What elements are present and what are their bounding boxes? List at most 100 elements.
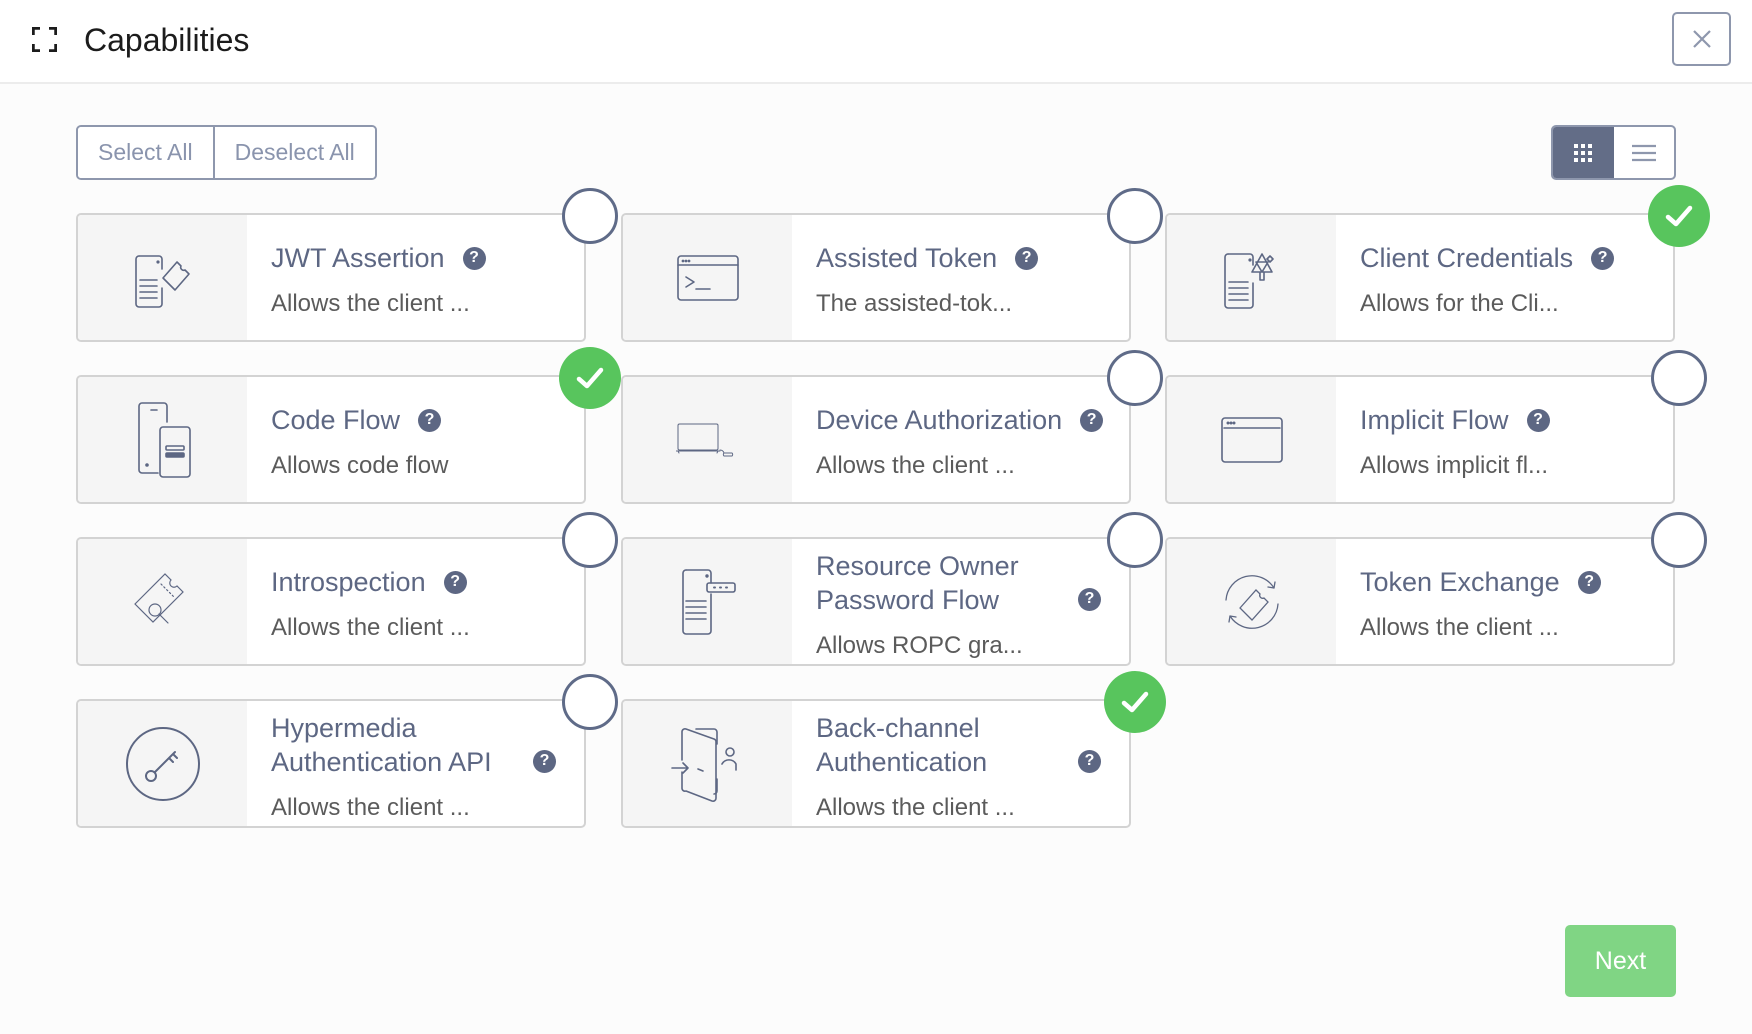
help-icon[interactable]: ? (533, 749, 556, 773)
capability-description: Allows code flow (271, 452, 449, 479)
capability-description: Allows implicit fl... (1360, 452, 1549, 479)
capability-icon-panel (1167, 377, 1336, 502)
capability-description: Allows the client ... (816, 452, 1015, 479)
next-button[interactable]: Next (1565, 925, 1676, 997)
capability-icon-panel (78, 215, 247, 340)
selection-button-group: Select All Deselect All (76, 125, 377, 180)
grid-view-button[interactable] (1553, 127, 1614, 178)
document-password-icon (676, 565, 740, 639)
unselected-checkbox[interactable] (562, 512, 618, 568)
capability-description: Allows the client ... (1360, 614, 1559, 641)
capability-title: Introspection (271, 567, 426, 597)
capability-title-row: Resource Owner Password Flow ? (816, 549, 1109, 617)
capability-body: Back-channel Authentication ? Allows the… (816, 701, 1109, 826)
capability-title: JWT Assertion (271, 243, 445, 273)
capability-card[interactable]: Resource Owner Password Flow ? Allows RO… (621, 512, 1163, 666)
unselected-checkbox[interactable] (1107, 350, 1163, 406)
capability-title-row: Client Credentials ? (1360, 241, 1653, 275)
unselected-checkbox[interactable] (562, 188, 618, 244)
capability-icon-panel (623, 377, 792, 502)
capability-title: Hypermedia Authentication API (271, 713, 492, 777)
capability-description: The assisted-tok... (816, 290, 1013, 317)
help-icon[interactable]: ? (1591, 246, 1615, 270)
unselected-checkbox[interactable] (1651, 350, 1707, 406)
door-user-icon (670, 724, 746, 804)
capability-title-row: JWT Assertion ? (271, 241, 564, 275)
capability-icon-panel (623, 215, 792, 340)
help-icon[interactable]: ? (1577, 570, 1601, 594)
capability-icon-panel (623, 701, 792, 826)
checkmark-icon (1665, 205, 1693, 227)
capability-description: Allows the client ... (271, 794, 470, 821)
list-view-button[interactable] (1614, 127, 1675, 178)
capability-card[interactable]: Assisted Token ? The assisted-tok... (621, 188, 1163, 342)
capability-card[interactable]: JWT Assertion ? Allows the client ... (76, 188, 618, 342)
capability-title-row: Device Authorization ? (816, 403, 1109, 437)
dialog-header: Capabilities (0, 0, 1752, 84)
capability-card[interactable]: Hypermedia Authentication API ? Allows t… (76, 674, 618, 828)
capability-body: Device Authorization ? Allows the client… (816, 377, 1109, 502)
capability-card[interactable]: Client Credentials ? Allows for the Cli.… (1165, 185, 1710, 342)
capability-title: Token Exchange (1360, 567, 1560, 597)
capability-title-row: Assisted Token ? (816, 241, 1109, 275)
capability-icon-panel (1167, 539, 1336, 664)
capability-body: Introspection ? Allows the client ... (271, 539, 564, 664)
capability-title: Code Flow (271, 405, 401, 435)
checkmark-icon (576, 367, 604, 389)
capability-card[interactable]: Introspection ? Allows the client ... (76, 512, 618, 666)
capability-card[interactable]: Code Flow ? Allows code flow (76, 347, 621, 504)
capability-card[interactable]: Device Authorization ? Allows the client… (621, 350, 1163, 504)
terminal-window-icon (676, 253, 740, 303)
selected-checkbox[interactable] (1104, 671, 1166, 733)
capability-title: Implicit Flow (1360, 405, 1509, 435)
capability-icon-panel (623, 539, 792, 664)
capability-title-row: Back-channel Authentication ? (816, 711, 1109, 779)
capability-body: Client Credentials ? Allows for the Cli.… (1360, 215, 1653, 340)
close-button[interactable] (1672, 12, 1731, 66)
deselect-all-button[interactable]: Deselect All (212, 127, 375, 178)
help-icon[interactable]: ? (1078, 587, 1101, 611)
capability-title-row: Code Flow ? (271, 403, 564, 437)
select-all-button[interactable]: Select All (78, 127, 213, 178)
help-icon[interactable]: ? (1080, 408, 1104, 432)
capability-body: Implicit Flow ? Allows implicit fl... (1360, 377, 1653, 502)
selected-checkbox[interactable] (559, 347, 621, 409)
capability-description: Allows for the Cli... (1360, 290, 1559, 317)
capability-card[interactable]: Back-channel Authentication ? Allows the… (621, 671, 1166, 828)
capability-card[interactable]: Token Exchange ? Allows the client ... (1165, 512, 1707, 666)
help-icon[interactable]: ? (1526, 408, 1550, 432)
token-exchange-icon (1220, 570, 1284, 634)
help-icon[interactable]: ? (462, 246, 486, 270)
expand-icon[interactable] (32, 27, 57, 52)
capability-title: Resource Owner Password Flow (816, 551, 1019, 615)
page-title: Capabilities (84, 22, 250, 58)
view-toggle (1551, 125, 1676, 180)
help-icon[interactable]: ? (1078, 749, 1101, 773)
ticket-search-icon (131, 570, 195, 634)
capability-body: Code Flow ? Allows code flow (271, 377, 564, 502)
capability-icon-panel (78, 701, 247, 826)
browser-window-icon (1220, 415, 1284, 465)
capability-description: Allows the client ... (816, 794, 1015, 821)
unselected-checkbox[interactable] (1651, 512, 1707, 568)
help-icon[interactable]: ? (418, 408, 442, 432)
capability-title: Back-channel Authentication (816, 713, 988, 777)
capability-title: Device Authorization (816, 405, 1063, 435)
unselected-checkbox[interactable] (1107, 512, 1163, 568)
help-icon[interactable]: ? (1015, 246, 1039, 270)
help-icon[interactable]: ? (443, 570, 467, 594)
unselected-checkbox[interactable] (1107, 188, 1163, 244)
mobile-devices-icon (131, 400, 195, 480)
capability-body: Resource Owner Password Flow ? Allows RO… (816, 539, 1109, 664)
capability-title-row: Token Exchange ? (1360, 565, 1653, 599)
capability-icon-panel (78, 377, 247, 502)
selected-checkbox[interactable] (1648, 185, 1710, 247)
grid-icon (1574, 143, 1593, 162)
document-credentials-icon (1220, 246, 1284, 310)
unselected-checkbox[interactable] (562, 674, 618, 730)
capability-card[interactable]: Implicit Flow ? Allows implicit fl... (1165, 350, 1707, 504)
capability-body: Assisted Token ? The assisted-tok... (816, 215, 1109, 340)
capability-icon-panel (78, 539, 247, 664)
capability-icon-panel (1167, 215, 1336, 340)
capability-body: Hypermedia Authentication API ? Allows t… (271, 701, 564, 826)
